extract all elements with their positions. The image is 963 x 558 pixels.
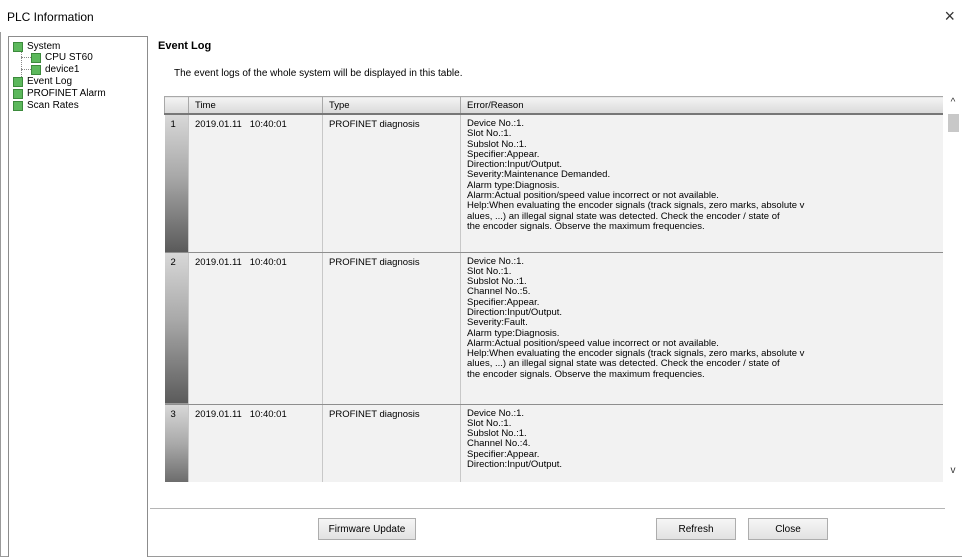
tree-item-profinet-alarm[interactable]: PROFINET Alarm bbox=[13, 88, 106, 100]
reason-cell: Device No.:1. Slot No.:1. Subslot No.:1.… bbox=[460, 252, 943, 405]
table-row[interactable]: 3 2019.01.11 10:40:01 PROFINET diagnosis… bbox=[164, 404, 943, 482]
time-cell: 2019.01.11 10:40:01 bbox=[188, 114, 323, 253]
node-icon bbox=[13, 77, 23, 87]
row-index: 3 bbox=[170, 408, 176, 420]
panel-description: The event logs of the whole system will … bbox=[174, 68, 463, 79]
tree-item-label: PROFINET Alarm bbox=[27, 88, 106, 99]
row-index: 2 bbox=[170, 256, 176, 268]
reason-line: Direction:Input/Output. bbox=[467, 306, 563, 318]
type-cell: PROFINET diagnosis bbox=[322, 252, 461, 405]
reason-line: Direction:Input/Output. bbox=[467, 458, 563, 470]
navigation-tree: System CPU ST60 device1 Event Log PROFIN… bbox=[8, 36, 148, 557]
tree-item-label: device1 bbox=[45, 64, 80, 75]
vertical-scrollbar[interactable]: ^ v bbox=[946, 96, 960, 482]
firmware-update-button[interactable]: Firmware Update bbox=[318, 518, 416, 540]
tree-item-event-log[interactable]: Event Log bbox=[13, 76, 72, 88]
tree-item-device[interactable]: device1 bbox=[31, 64, 79, 76]
node-icon bbox=[13, 101, 23, 111]
refresh-button[interactable]: Refresh bbox=[656, 518, 736, 540]
close-button[interactable]: Close bbox=[748, 518, 828, 540]
table-header-row: Time Type Error/Reason bbox=[164, 96, 943, 115]
reason-line: the encoder signals. Observe the maximum… bbox=[467, 220, 705, 232]
scroll-up-icon[interactable]: ^ bbox=[946, 96, 960, 110]
tree-item-label: CPU ST60 bbox=[45, 52, 93, 63]
reason-line: Slot No.:1. bbox=[467, 417, 512, 429]
reason-line: Slot No.:1. bbox=[467, 265, 512, 277]
column-header-time[interactable]: Time bbox=[188, 96, 323, 115]
table-row[interactable]: 1 2019.01.11 10:40:01 PROFINET diagnosis… bbox=[164, 114, 943, 253]
column-header-type[interactable]: Type bbox=[322, 96, 461, 115]
reason-line: Device No.:1. bbox=[467, 255, 525, 267]
node-icon bbox=[13, 89, 23, 99]
time-cell: 2019.01.11 10:40:01 bbox=[188, 252, 323, 405]
window-title: PLC Information bbox=[7, 10, 94, 24]
tree-connector bbox=[21, 69, 31, 70]
reason-line: the encoder signals. Observe the maximum… bbox=[467, 368, 705, 380]
table-row[interactable]: 2 2019.01.11 10:40:01 PROFINET diagnosis… bbox=[164, 252, 943, 405]
tree-item-label: Event Log bbox=[27, 76, 73, 87]
column-header-index[interactable] bbox=[164, 96, 189, 115]
row-index: 1 bbox=[170, 119, 176, 130]
node-icon bbox=[31, 65, 41, 75]
column-header-reason[interactable]: Error/Reason bbox=[460, 96, 943, 115]
reason-cell: Device No.:1. Slot No.:1. Subslot No.:1.… bbox=[460, 404, 943, 482]
footer-divider bbox=[150, 508, 945, 509]
reason-line: Device No.:1. bbox=[467, 118, 525, 129]
reason-line: Subslot No.:1. bbox=[467, 428, 527, 440]
reason-line: Slot No.:1. bbox=[467, 128, 512, 140]
reason-line: Device No.:1. bbox=[467, 407, 525, 419]
title-bar: PLC Information × bbox=[0, 0, 963, 34]
type-cell: PROFINET diagnosis bbox=[322, 114, 461, 253]
panel-title: Event Log bbox=[158, 40, 212, 52]
reason-line: Subslot No.:1. bbox=[467, 276, 527, 288]
tree-item-scan-rates[interactable]: Scan Rates bbox=[13, 100, 79, 112]
node-icon bbox=[31, 53, 41, 63]
row-index-cell[interactable]: 3 bbox=[164, 404, 189, 482]
row-index-cell[interactable]: 1 bbox=[164, 114, 189, 253]
scroll-thumb[interactable] bbox=[948, 114, 959, 132]
close-icon[interactable]: × bbox=[944, 6, 955, 26]
tree-connector bbox=[21, 57, 31, 58]
type-cell: PROFINET diagnosis bbox=[322, 404, 461, 482]
tree-item-cpu[interactable]: CPU ST60 bbox=[31, 52, 93, 64]
event-log-table: Time Type Error/Reason 1 2019.01.11 10:4… bbox=[164, 96, 943, 482]
reason-cell: Device No.:1. Slot No.:1. Subslot No.:1.… bbox=[460, 114, 943, 253]
time-cell: 2019.01.11 10:40:01 bbox=[188, 404, 323, 482]
row-index-cell[interactable]: 2 bbox=[164, 252, 189, 405]
node-icon bbox=[13, 42, 23, 52]
scroll-down-icon[interactable]: v bbox=[946, 464, 960, 478]
tree-item-label: Scan Rates bbox=[27, 100, 79, 111]
